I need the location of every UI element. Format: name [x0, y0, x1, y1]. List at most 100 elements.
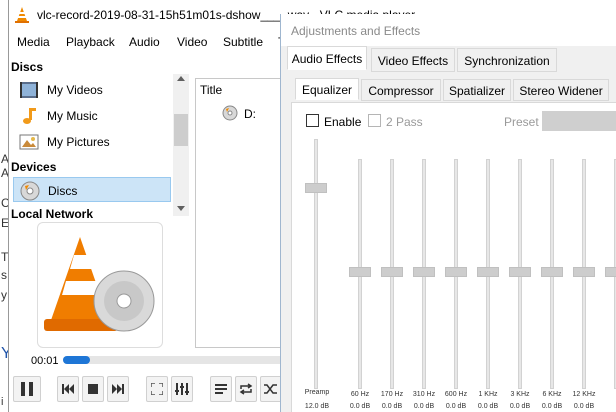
playlist-button[interactable]	[210, 376, 232, 402]
fullscreen-icon	[151, 383, 163, 395]
vlc-title-bar[interactable]: vlc-record-2019-08-31-15h51m01s-dshow___…	[9, 0, 415, 30]
elapsed-time: 00:01	[31, 355, 59, 367]
subtab-spatializer[interactable]: Spatializer	[443, 79, 511, 101]
scroll-down-icon[interactable]	[177, 206, 185, 212]
vlc-window: vlc-record-2019-08-31-15h51m01s-dshow___…	[8, 0, 415, 412]
extended-settings-button[interactable]	[171, 376, 193, 402]
section-local-network: Local Network	[11, 207, 94, 218]
menu-playback[interactable]: Playback	[66, 35, 115, 49]
playback-controls	[9, 372, 299, 412]
section-devices: Devices	[11, 160, 57, 174]
band-gain-label: 0.0 dB	[477, 403, 499, 410]
band-gain-label: 0.0 dB	[445, 403, 467, 410]
subtab-equalizer[interactable]: Equalizer	[295, 78, 359, 100]
band-frequency-label: 12 KHz	[572, 391, 596, 398]
scrollbar-thumb[interactable]	[174, 114, 188, 146]
sidebar-item-my-music[interactable]: My Music	[13, 103, 171, 128]
seek-progress-fill	[63, 356, 91, 364]
column-title[interactable]: Title	[200, 83, 222, 97]
preamp-value: 12.0 dB	[304, 403, 330, 410]
band-frequency-label: 3 KHz	[510, 391, 530, 398]
disc-icon	[222, 105, 238, 121]
band-frequency-label: 170 Hz	[380, 391, 404, 398]
pause-icon	[21, 382, 33, 396]
vlc-cone-icon	[13, 6, 31, 24]
videos-folder-icon	[19, 80, 39, 100]
band-slider-handle[interactable]	[509, 267, 531, 277]
sidebar-scrollbar[interactable]	[173, 74, 189, 216]
loop-button[interactable]	[235, 376, 257, 402]
preset-dropdown[interactable]	[542, 111, 616, 131]
band-gain-label: 0.0 dB	[349, 403, 371, 410]
band-slider-handle[interactable]	[541, 267, 563, 277]
band-frequency-label: 1 KHz	[478, 391, 498, 398]
section-discs: Discs	[11, 60, 44, 74]
pause-button[interactable]	[13, 376, 41, 402]
band-slider-handle[interactable]	[349, 267, 371, 277]
playlist-icon	[215, 384, 227, 394]
vlc-cone-disc-art	[44, 237, 155, 332]
band-slider-handle[interactable]	[413, 267, 435, 277]
pictures-icon	[19, 132, 39, 152]
menu-subtitle[interactable]: Subtitle	[223, 35, 263, 49]
preset-label: Preset	[504, 115, 539, 129]
menu-media[interactable]: Media	[17, 35, 50, 49]
next-button[interactable]	[107, 376, 129, 402]
seek-row: 00:01	[9, 350, 299, 372]
bg-text: s	[1, 268, 7, 282]
band-slider-handle[interactable]	[477, 267, 499, 277]
stop-button[interactable]	[82, 376, 104, 402]
sidebar-item-label: Discs	[48, 184, 78, 198]
seek-slider[interactable]	[63, 356, 289, 364]
band-frequency-label: 310 Hz	[412, 391, 436, 398]
loop-icon	[239, 383, 253, 395]
tab-video-effects[interactable]: Video Effects	[371, 48, 455, 72]
sidebar-item-discs[interactable]: Discs	[13, 177, 171, 202]
shuffle-button[interactable]	[260, 376, 282, 402]
band-gain-label: 0.0 dB	[573, 403, 595, 410]
band-slider-handle[interactable]	[445, 267, 467, 277]
band-gain-label: 0.0 dB	[541, 403, 563, 410]
tab-audio-effects[interactable]: Audio Effects	[287, 46, 367, 70]
band-frequency-label: 600 Hz	[444, 391, 468, 398]
subtab-stereo-widener[interactable]: Stereo Widener	[513, 79, 609, 101]
sidebar-item-my-videos[interactable]: My Videos	[13, 77, 171, 102]
band-frequency-label: 6 KHz	[542, 391, 562, 398]
disc-icon	[20, 181, 40, 201]
album-art	[37, 222, 163, 348]
two-pass-checkbox[interactable]	[368, 114, 381, 127]
preamp-label: Preamp	[304, 389, 330, 396]
subtab-compressor[interactable]: Compressor	[361, 79, 441, 101]
band-gain-label: 0.0 dB	[413, 403, 435, 410]
fullscreen-button[interactable]	[146, 376, 168, 402]
tab-synchronization[interactable]: Synchronization	[457, 48, 557, 72]
band-gain-label: 0.0 dB	[509, 403, 531, 410]
band-slider-handle[interactable]	[573, 267, 595, 277]
sidebar-item-label: My Videos	[47, 83, 103, 97]
band-slider-handle[interactable]	[605, 267, 616, 277]
sidebar: Discs My Videos My Music My Pictures Dev…	[9, 56, 173, 218]
preamp-slider-track[interactable]	[314, 139, 318, 389]
bg-text: i	[1, 396, 4, 408]
enable-checkbox[interactable]	[306, 114, 319, 127]
adjustments-dialog: Adjustments and Effects Audio Effects Vi…	[280, 14, 616, 412]
next-icon	[112, 384, 124, 394]
list-item[interactable]: D:	[244, 107, 256, 121]
menu-video[interactable]: Video	[177, 35, 207, 49]
band-slider-handle[interactable]	[381, 267, 403, 277]
scroll-up-icon[interactable]	[177, 76, 185, 82]
menu-audio[interactable]: Audio	[129, 35, 160, 49]
equalizer-panel: Enable 2 Pass Preset Preamp 12.0 dB 60 H…	[291, 102, 616, 412]
preamp-slider-handle[interactable]	[305, 183, 327, 193]
previous-icon	[62, 384, 74, 394]
enable-label: Enable	[324, 115, 362, 129]
dialog-title: Adjustments and Effects	[291, 24, 421, 38]
music-note-icon	[19, 106, 39, 126]
previous-button[interactable]	[57, 376, 79, 402]
sidebar-item-label: My Music	[47, 109, 98, 123]
sidebar-item-my-pictures[interactable]: My Pictures	[13, 129, 171, 154]
dialog-title-bar[interactable]: Adjustments and Effects	[281, 14, 616, 46]
bg-text: y	[1, 288, 7, 302]
shuffle-icon	[264, 384, 277, 394]
equalizer-sliders-icon	[175, 383, 189, 395]
